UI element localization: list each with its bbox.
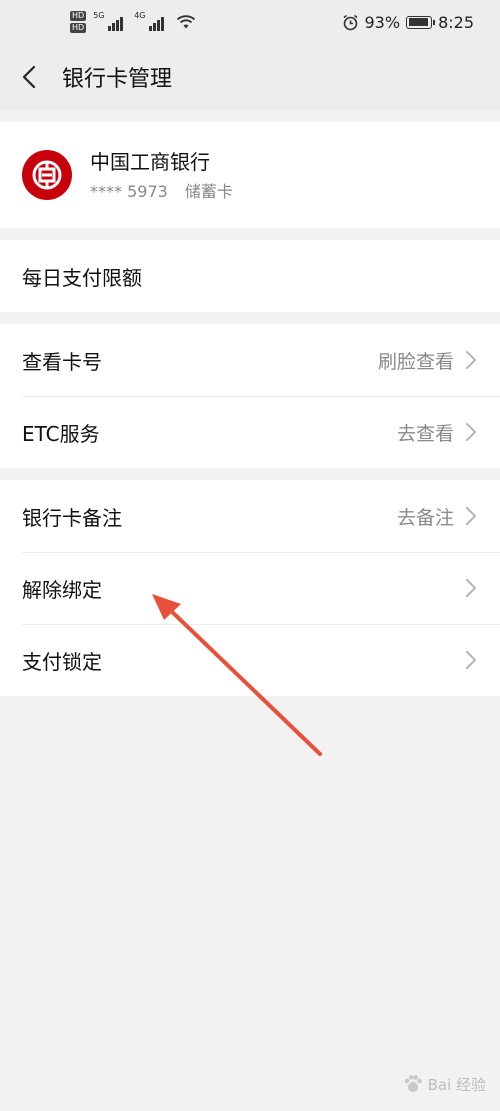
card-subtitle: **** 5973 储蓄卡 [90, 178, 233, 202]
row-value: 去查看 [396, 422, 454, 445]
row-right: 去备注 [397, 503, 478, 530]
card-info: 中国工商银行 **** 5973 储蓄卡 [90, 148, 233, 202]
chevron-left-icon [22, 65, 36, 89]
settings-group: 银行卡备注 去备注 解除绑定 支付锁定 [0, 480, 500, 696]
page-title: 银行卡管理 [62, 67, 173, 92]
bank-name: 中国工商银行 [90, 150, 210, 174]
row-label: 解除绑定 [22, 577, 102, 602]
chevron-right-icon [466, 579, 476, 597]
battery-icon [406, 15, 436, 29]
bank-card[interactable]: 中国工商银行 **** 5973 储蓄卡 [0, 122, 500, 228]
unbind-card-row[interactable]: 解除绑定 [0, 552, 500, 624]
row-right [464, 578, 478, 598]
settings-group: 每日支付限额 [0, 240, 500, 312]
battery-fill [408, 18, 429, 26]
chevron-right-icon [466, 351, 476, 369]
row-right: 去查看 [397, 419, 478, 446]
chevron-right-icon [466, 423, 476, 441]
alarm-icon [343, 14, 357, 30]
paw-icon [404, 1075, 422, 1092]
signal-4g-icon: 4G [134, 11, 168, 31]
hd-badge: HD [70, 23, 87, 33]
battery-percent: 93% [364, 12, 401, 32]
card-number: **** 5973 [90, 182, 168, 201]
hd-badge: HD [70, 11, 87, 21]
row-label: 支付锁定 [22, 649, 102, 674]
row-right: 刷脸查看 [378, 347, 478, 374]
row-value: 去备注 [396, 506, 454, 529]
row-right [464, 650, 478, 670]
watermark: Bai 经验 [402, 1073, 486, 1095]
row-label: 每日支付限额 [22, 265, 142, 290]
watermark-text: Bai 经验 [427, 1075, 486, 1094]
signal-tag: 5G [93, 11, 105, 20]
etc-service-row[interactable]: ETC服务 去查看 [0, 396, 500, 468]
signal-5g-icon: 5G [93, 11, 127, 31]
status-bar: HD HD 5G 4G 93% 8:25 [0, 0, 500, 44]
clock: 8:25 [438, 12, 474, 32]
row-label: 银行卡备注 [22, 505, 122, 530]
settings-group: 查看卡号 刷脸查看 ETC服务 去查看 [0, 324, 500, 468]
view-card-number-row[interactable]: 查看卡号 刷脸查看 [0, 324, 500, 396]
chevron-right-icon [466, 507, 476, 525]
signal-tag: 4G [134, 11, 146, 20]
hd-badges: HD HD [70, 11, 87, 33]
card-remark-row[interactable]: 银行卡备注 去备注 [0, 480, 500, 552]
status-left: HD HD 5G 4G [70, 11, 196, 33]
card-type: 储蓄卡 [184, 182, 233, 201]
row-label: 查看卡号 [22, 349, 102, 374]
wifi-icon [177, 15, 196, 29]
icbc-logo-icon [22, 150, 72, 200]
payment-lock-row[interactable]: 支付锁定 [0, 624, 500, 696]
row-value: 刷脸查看 [377, 350, 454, 373]
back-button[interactable] [18, 65, 40, 89]
chevron-right-icon [466, 651, 476, 669]
status-right: 93% 8:25 [342, 12, 474, 32]
daily-limit-row[interactable]: 每日支付限额 [0, 240, 500, 312]
nav-bar: 银行卡管理 [0, 44, 500, 110]
row-label: ETC服务 [22, 421, 100, 446]
